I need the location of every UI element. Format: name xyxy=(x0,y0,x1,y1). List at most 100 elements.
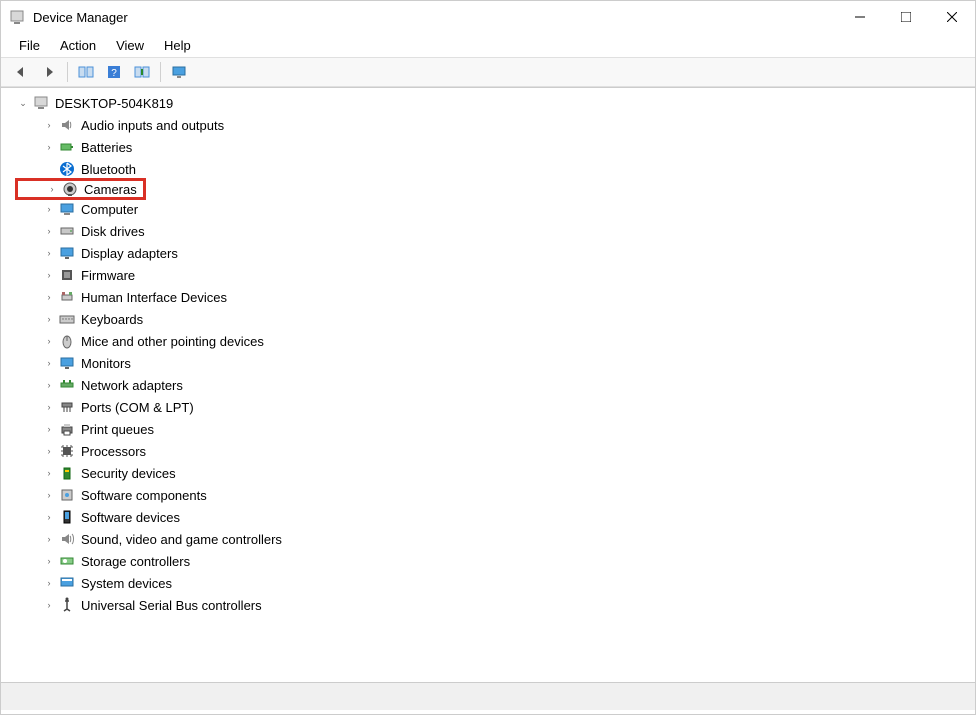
cpu-icon xyxy=(59,443,75,459)
tree-item-label: Ports (COM & LPT) xyxy=(81,400,194,415)
tree-item-label: System devices xyxy=(81,576,172,591)
menu-file[interactable]: File xyxy=(9,35,50,56)
minimize-button[interactable] xyxy=(837,1,883,33)
tree-item[interactable]: › Storage controllers xyxy=(15,550,975,572)
disk-icon xyxy=(59,223,75,239)
tree-root-node[interactable]: ⌄ DESKTOP-504K819 xyxy=(15,92,975,114)
tree-item[interactable]: › Processors xyxy=(15,440,975,462)
back-button[interactable] xyxy=(9,60,33,84)
computer-icon xyxy=(59,201,75,217)
help-button[interactable]: ? xyxy=(102,60,126,84)
chevron-right-icon[interactable]: › xyxy=(43,489,55,501)
chevron-right-icon[interactable]: › xyxy=(43,119,55,131)
svg-text:?: ? xyxy=(111,68,117,79)
tree-item[interactable]: Bluetooth xyxy=(15,158,975,180)
chevron-right-icon[interactable]: › xyxy=(43,357,55,369)
security-icon xyxy=(59,465,75,481)
chevron-right-icon[interactable]: › xyxy=(43,225,55,237)
tree-item[interactable]: › Display adapters xyxy=(15,242,975,264)
chevron-right-icon[interactable]: › xyxy=(43,269,55,281)
menu-help[interactable]: Help xyxy=(154,35,201,56)
chevron-right-icon[interactable]: › xyxy=(43,467,55,479)
tree-item-label: Storage controllers xyxy=(81,554,190,569)
close-button[interactable] xyxy=(929,1,975,33)
tree-item[interactable]: › Human Interface Devices xyxy=(15,286,975,308)
tree-item[interactable]: › Ports (COM & LPT) xyxy=(15,396,975,418)
firmware-icon xyxy=(59,267,75,283)
maximize-button[interactable] xyxy=(883,1,929,33)
chevron-right-icon[interactable]: › xyxy=(43,379,55,391)
battery-icon xyxy=(59,139,75,155)
tree-item-label: Bluetooth xyxy=(81,162,136,177)
menubar: File Action View Help xyxy=(1,33,975,57)
tree-item-label: Display adapters xyxy=(81,246,178,261)
device-tree[interactable]: ⌄ DESKTOP-504K819 › Audio inputs and outp… xyxy=(1,87,975,682)
tree-item[interactable]: ›Mice and other pointing devices xyxy=(15,330,975,352)
storage-icon xyxy=(59,553,75,569)
chevron-right-icon[interactable]: › xyxy=(43,291,55,303)
tree-item[interactable]: › Audio inputs and outputs xyxy=(15,114,975,136)
tree-item[interactable]: › Cameras xyxy=(15,178,146,200)
chevron-right-icon[interactable] xyxy=(43,163,55,175)
tree-item[interactable]: ›Monitors xyxy=(15,352,975,374)
ports-icon xyxy=(59,399,75,415)
chevron-right-icon[interactable]: › xyxy=(43,555,55,567)
printer-icon xyxy=(59,421,75,437)
chevron-right-icon[interactable]: › xyxy=(43,247,55,259)
tree-item[interactable]: › Software components xyxy=(15,484,975,506)
menu-view[interactable]: View xyxy=(106,35,154,56)
tree-item[interactable]: › Batteries xyxy=(15,136,975,158)
tree-item[interactable]: › Security devices xyxy=(15,462,975,484)
forward-button[interactable] xyxy=(37,60,61,84)
tree-item-label: Batteries xyxy=(81,140,132,155)
tree-item[interactable]: › Computer xyxy=(15,198,975,220)
tree-item-label: Processors xyxy=(81,444,146,459)
tree-item[interactable]: ›Firmware xyxy=(15,264,975,286)
tree-item-label: Audio inputs and outputs xyxy=(81,118,224,133)
hid-icon xyxy=(59,289,75,305)
mouse-icon xyxy=(59,333,75,349)
tree-item[interactable]: ›Software devices xyxy=(15,506,975,528)
chevron-right-icon[interactable]: › xyxy=(43,141,55,153)
monitor-icon xyxy=(59,355,75,371)
monitor-button[interactable] xyxy=(167,60,191,84)
chevron-down-icon[interactable]: ⌄ xyxy=(17,97,29,109)
chevron-right-icon[interactable]: › xyxy=(43,577,55,589)
chevron-right-icon[interactable]: › xyxy=(43,599,55,611)
chevron-right-icon[interactable]: › xyxy=(43,445,55,457)
speaker-icon xyxy=(59,117,75,133)
chevron-right-icon[interactable]: › xyxy=(43,423,55,435)
tree-item-label: Software components xyxy=(81,488,207,503)
system-icon xyxy=(59,575,75,591)
tree-item-label: Human Interface Devices xyxy=(81,290,227,305)
tree-item-label: Cameras xyxy=(84,182,137,197)
toolbar-sep xyxy=(67,62,68,82)
camera-icon xyxy=(62,181,78,197)
tree-item[interactable]: ›Network adapters xyxy=(15,374,975,396)
chevron-right-icon[interactable]: › xyxy=(43,313,55,325)
scan-button[interactable] xyxy=(130,60,154,84)
show-hidden-button[interactable] xyxy=(74,60,98,84)
chevron-right-icon[interactable]: › xyxy=(43,335,55,347)
computer-icon xyxy=(33,95,49,111)
tree-item[interactable]: › Disk drives xyxy=(15,220,975,242)
chevron-right-icon[interactable]: › xyxy=(43,203,55,215)
chevron-right-icon[interactable]: › xyxy=(43,401,55,413)
menu-action[interactable]: Action xyxy=(50,35,106,56)
tree-item-label: Security devices xyxy=(81,466,176,481)
chevron-right-icon[interactable]: › xyxy=(46,183,58,195)
chevron-right-icon[interactable]: › xyxy=(43,533,55,545)
tree-item[interactable]: ›Universal Serial Bus controllers xyxy=(15,594,975,616)
tree-item[interactable]: › Print queues xyxy=(15,418,975,440)
tree-item[interactable]: › System devices xyxy=(15,572,975,594)
toolbar-sep-2 xyxy=(160,62,161,82)
tree-item[interactable]: ›Sound, video and game controllers xyxy=(15,528,975,550)
chevron-right-icon[interactable]: › xyxy=(43,511,55,523)
tree-item[interactable]: › Keyboards xyxy=(15,308,975,330)
tree-item-label: Computer xyxy=(81,202,138,217)
keyboard-icon xyxy=(59,311,75,327)
tree-item-label: Disk drives xyxy=(81,224,145,239)
tree-item-label: Print queues xyxy=(81,422,154,437)
tree-item-label: Keyboards xyxy=(81,312,143,327)
window-controls xyxy=(837,1,975,33)
